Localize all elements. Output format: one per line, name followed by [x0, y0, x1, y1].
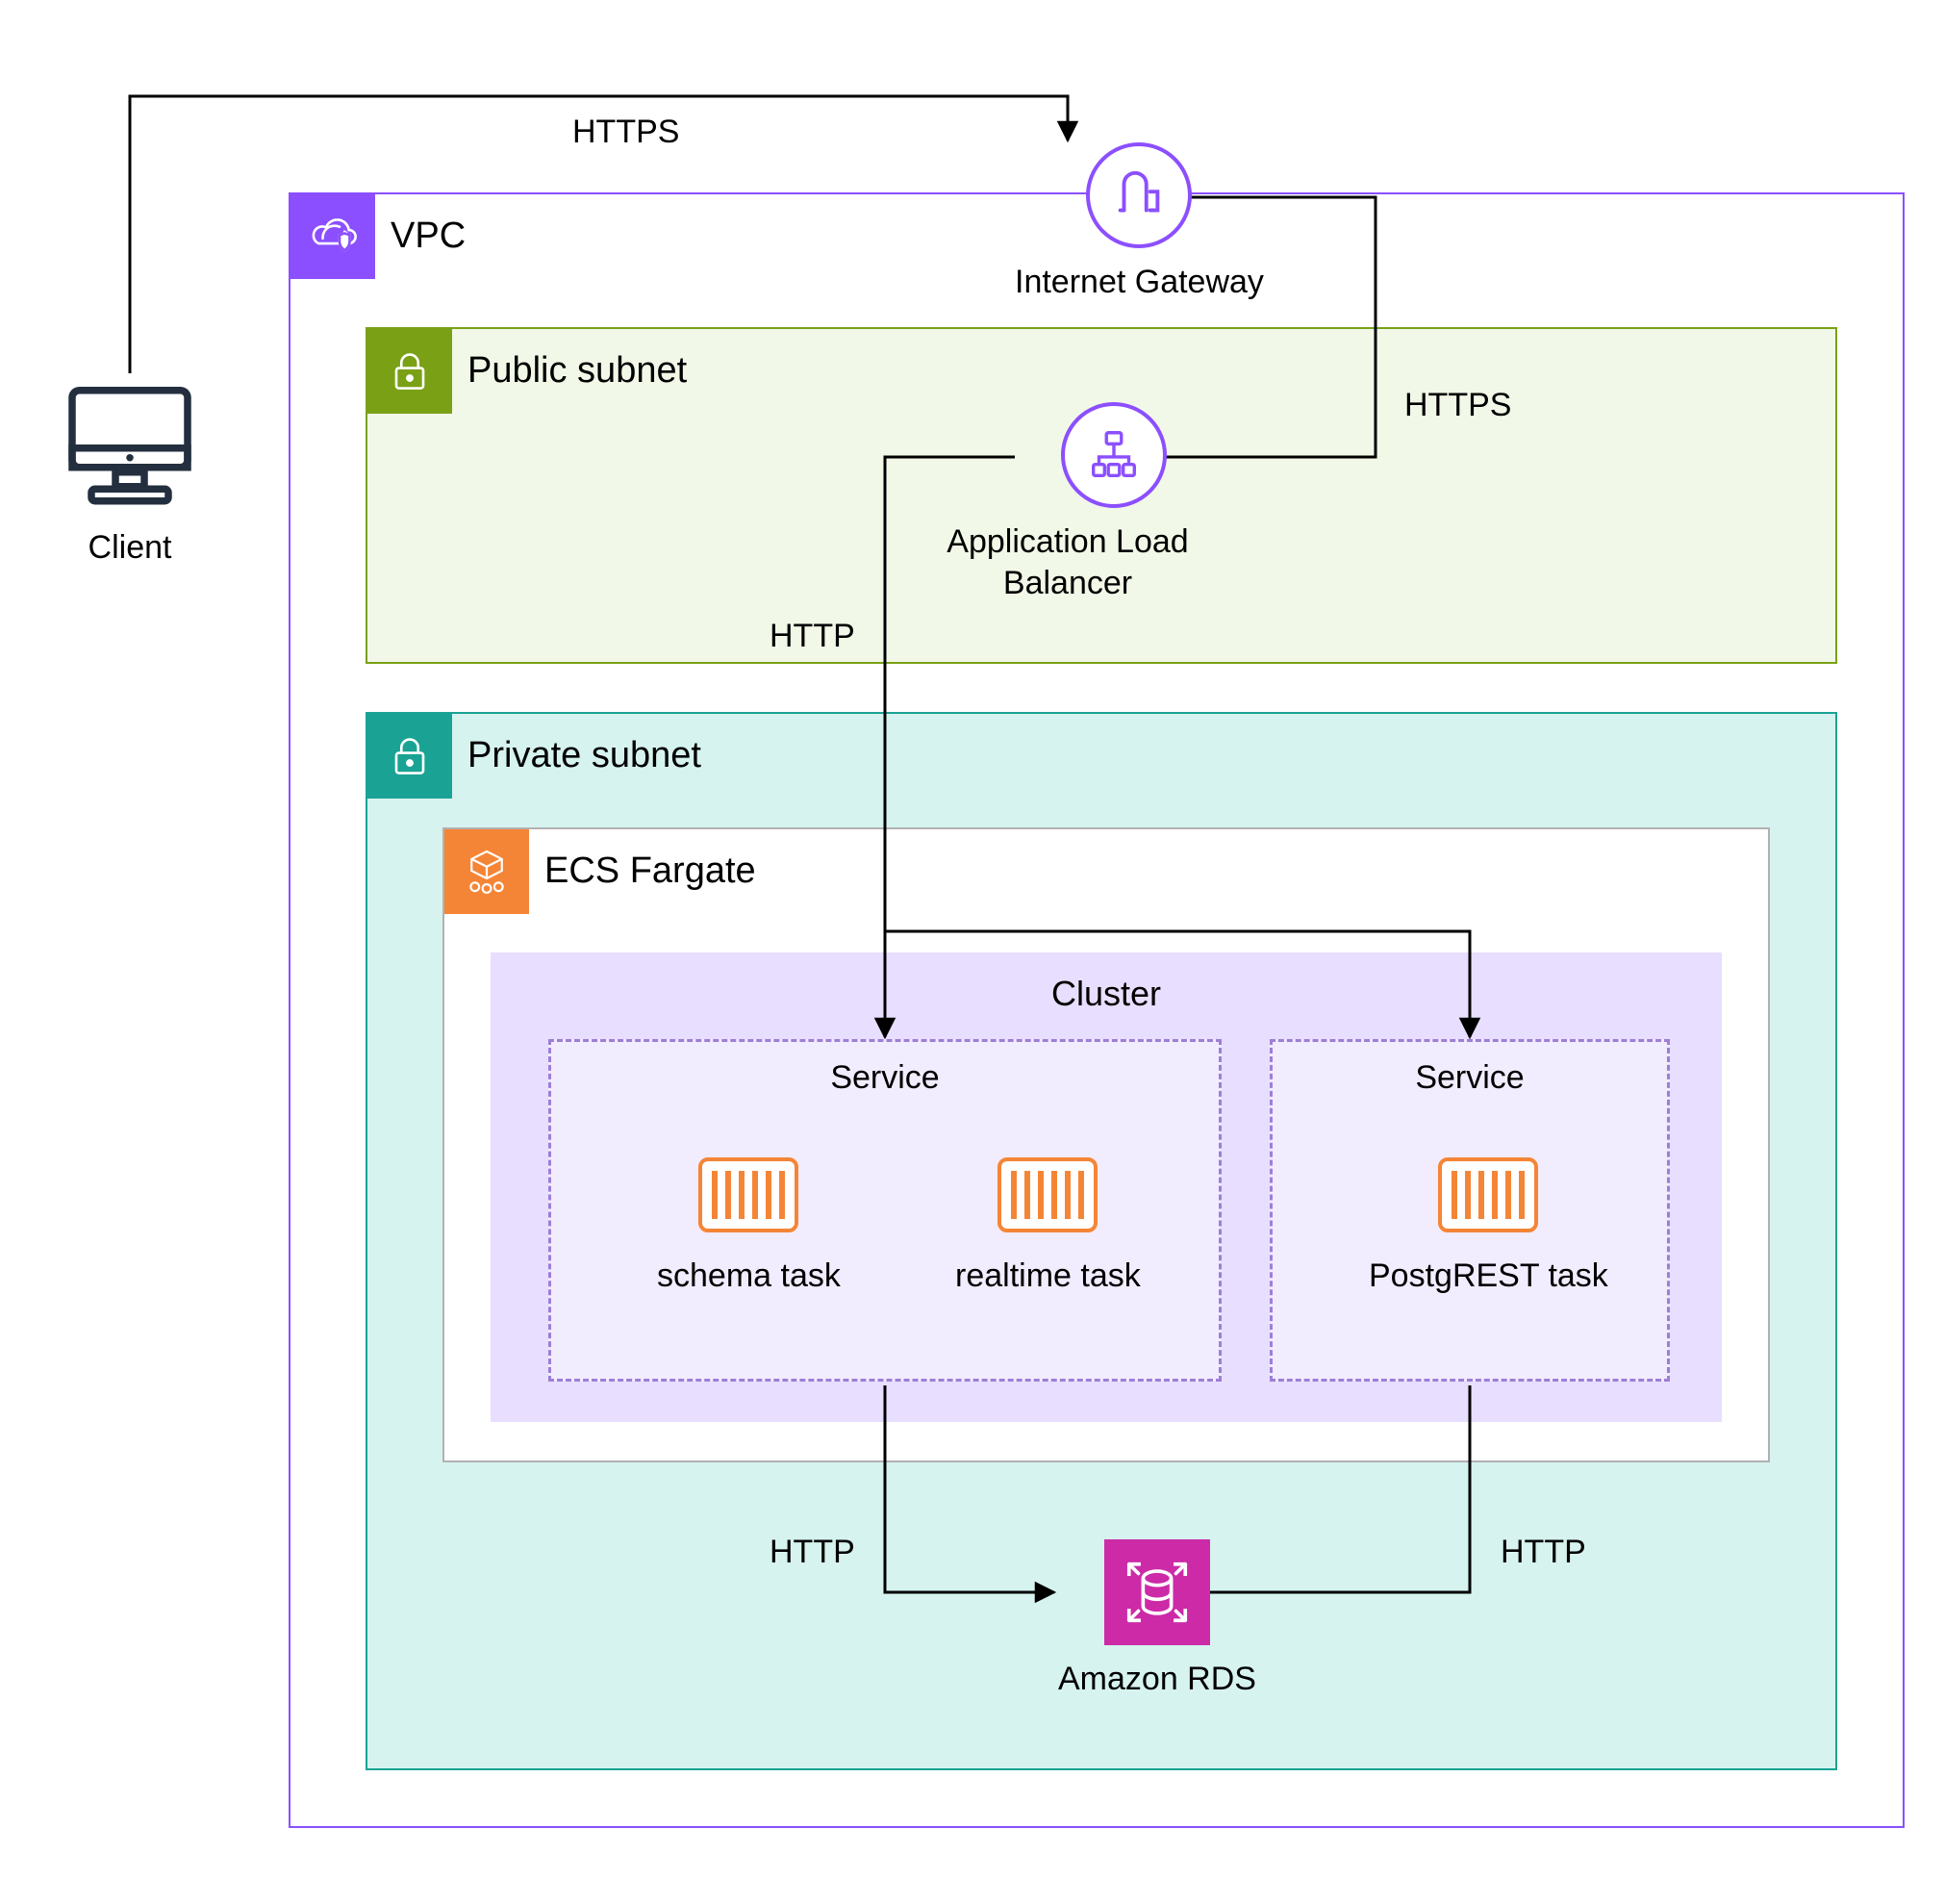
alb-label: Application Load Balancer [923, 521, 1212, 603]
task-label: PostgREST task [1369, 1257, 1608, 1295]
task-card: realtime task [955, 1157, 1141, 1295]
edge-label: HTTPS [1404, 385, 1511, 426]
vpc-shield-icon [290, 194, 375, 279]
cluster-label: Cluster [491, 974, 1722, 1014]
cluster-box: Cluster Service schema task realtime tas… [491, 952, 1722, 1422]
diagram-canvas: VPC Public subnet Private subnet [0, 0, 1944, 1904]
internet-gateway-icon [1086, 142, 1192, 248]
client-computer-icon [58, 377, 202, 512]
client-node: Client [58, 377, 202, 567]
service-label: Service [1273, 1059, 1667, 1097]
edge-label: HTTPS [572, 112, 679, 153]
public-subnet-label: Public subnet [467, 350, 687, 392]
private-subnet-label: Private subnet [467, 735, 701, 776]
igw-label: Internet Gateway [1015, 262, 1264, 303]
client-label: Client [88, 529, 172, 567]
container-task-icon [1438, 1157, 1538, 1232]
rds-icon [1104, 1539, 1210, 1645]
task-card: schema task [657, 1157, 841, 1295]
task-label: realtime task [955, 1257, 1141, 1295]
lock-icon [367, 329, 452, 414]
service-label: Service [551, 1059, 1219, 1097]
task-label: schema task [657, 1257, 841, 1295]
container-task-icon [997, 1157, 1098, 1232]
load-balancer-icon [1061, 402, 1167, 508]
container-task-icon [698, 1157, 798, 1232]
lock-icon [367, 714, 452, 799]
service-box: Service schema task realtime task [548, 1039, 1222, 1382]
rds-label: Amazon RDS [1058, 1659, 1256, 1700]
task-card: PostgREST task [1369, 1157, 1608, 1295]
fargate-cube-icon [444, 829, 529, 914]
service-box: Service PostgREST task [1270, 1039, 1670, 1382]
edge-label: HTTP [770, 616, 855, 657]
vpc-label: VPC [391, 216, 466, 257]
alb-node: Application Load Balancer [1015, 402, 1212, 603]
edge-label: HTTP [770, 1532, 855, 1573]
rds-node: Amazon RDS [1058, 1539, 1256, 1700]
internet-gateway-node: Internet Gateway [1015, 142, 1264, 303]
ecs-label: ECS Fargate [544, 850, 756, 892]
edge-label: HTTP [1501, 1532, 1586, 1573]
